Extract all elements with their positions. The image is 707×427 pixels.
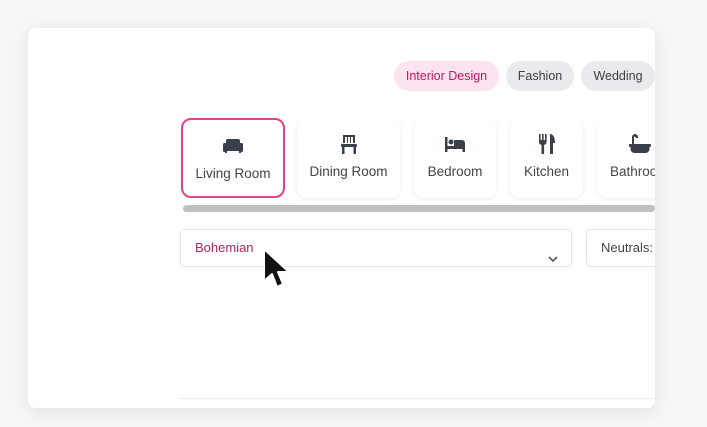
utensils-icon xyxy=(510,132,583,156)
mouse-cursor-icon xyxy=(262,247,292,293)
divider xyxy=(180,398,655,399)
page-title-fragment xyxy=(578,28,598,32)
chevron-down-icon xyxy=(547,243,559,263)
chip-interior-design[interactable]: Interior Design xyxy=(394,61,499,91)
chair-icon xyxy=(297,132,400,156)
design-card: Interior Design Fashion Wedding Living R… xyxy=(28,28,655,408)
style-select[interactable]: Bohemian xyxy=(180,229,572,267)
room-label: Kitchen xyxy=(523,164,570,179)
chip-wedding[interactable]: Wedding xyxy=(581,61,655,91)
room-card-bedroom[interactable]: Bedroom xyxy=(414,118,496,198)
room-card-kitchen[interactable]: Kitchen xyxy=(510,118,583,198)
room-card-bathroom[interactable]: Bathroo xyxy=(597,118,655,198)
sofa-icon xyxy=(183,134,283,158)
bathtub-icon xyxy=(597,132,655,156)
room-label: Dining Room xyxy=(309,164,388,179)
rooms-scrollbar[interactable] xyxy=(183,205,655,212)
room-selector: Living Room Dining Room Bedroom Kitchen … xyxy=(181,118,655,210)
chip-fashion[interactable]: Fashion xyxy=(506,61,574,91)
palette-select[interactable]: Neutrals: xyxy=(586,229,655,267)
palette-select-value: Neutrals: xyxy=(601,240,654,255)
room-label: Living Room xyxy=(195,166,271,181)
style-select-value: Bohemian xyxy=(195,240,254,255)
room-label: Bathroo xyxy=(610,164,655,179)
room-card-living-room[interactable]: Living Room xyxy=(181,118,285,198)
bed-icon xyxy=(414,132,496,156)
scrollbar-thumb[interactable] xyxy=(183,205,655,212)
room-card-dining-room[interactable]: Dining Room xyxy=(297,118,400,198)
room-label: Bedroom xyxy=(427,164,483,179)
